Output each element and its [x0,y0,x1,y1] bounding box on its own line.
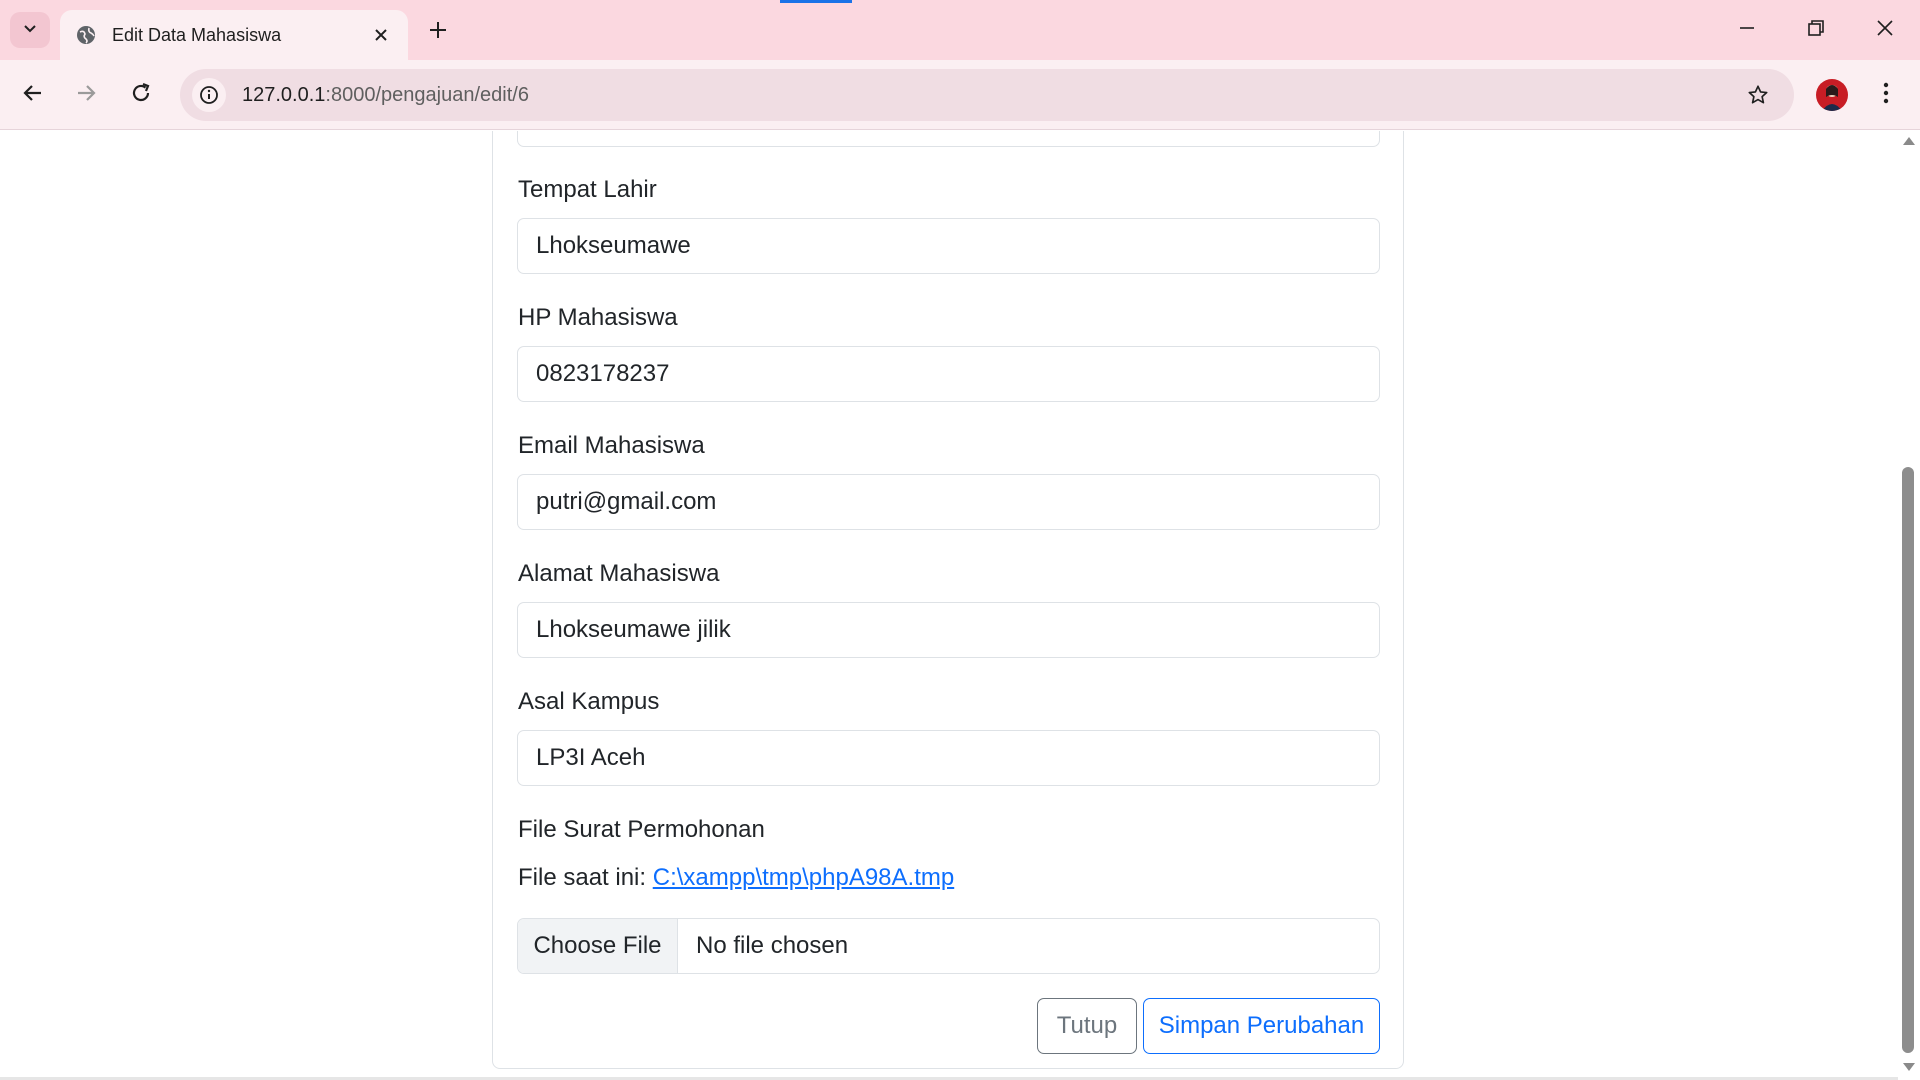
reload-icon [130,82,152,109]
address-bar[interactable]: 127.0.0.1:8000/pengajuan/edit/6 [180,69,1794,121]
alamat-mahasiswa-label: Alamat Mahasiswa [518,560,720,587]
scroll-down-arrow-icon[interactable] [1903,1063,1915,1071]
alamat-mahasiswa-input[interactable]: Lhokseumawe jilik [517,602,1380,658]
url-text[interactable]: 127.0.0.1:8000/pengajuan/edit/6 [242,84,1738,107]
simpan-perubahan-button[interactable]: Simpan Perubahan [1143,998,1380,1054]
hp-mahasiswa-input[interactable]: 0823178237 [517,346,1380,402]
restore-icon [1807,19,1825,42]
email-mahasiswa-label: Email Mahasiswa [518,432,705,459]
back-button[interactable] [13,75,53,115]
tab-title: Edit Data Mahasiswa [112,24,282,45]
window-close-icon [1876,19,1894,42]
file-status-text: No file chosen [696,932,849,959]
globe-icon [74,23,98,47]
kebab-menu-icon [1883,82,1889,109]
profile-avatar[interactable] [1816,79,1848,111]
tab-search-icon [22,20,38,41]
current-file-info: File saat ini: C:\xampp\tmp\phpA98A.tmp [518,864,954,892]
hp-mahasiswa-label: HP Mahasiswa [518,304,678,331]
file-surat-label: File Surat Permohonan [518,816,765,843]
tab-search-button[interactable] [10,12,50,48]
minimize-icon [1738,19,1756,42]
previous-input[interactable] [517,131,1380,147]
url-path: :8000/pengajuan/edit/6 [325,83,529,106]
info-icon[interactable] [192,78,226,112]
page-scrollbar[interactable] [1898,131,1920,1080]
current-file-prefix: File saat ini: [518,864,647,891]
window-close-button[interactable] [1862,10,1908,50]
current-file-link[interactable]: C:\xampp\tmp\phpA98A.tmp [653,864,954,891]
tab-strip: Edit Data Mahasiswa [0,0,1920,60]
browser-menu-button[interactable] [1866,75,1906,115]
loading-indicator [780,0,852,3]
forward-arrow-icon [75,82,97,109]
scroll-up-arrow-icon[interactable] [1903,137,1915,145]
tempat-lahir-input[interactable]: Lhokseumawe [517,218,1380,274]
minimize-button[interactable] [1724,10,1770,50]
plus-icon [428,20,448,45]
restore-button[interactable] [1793,10,1839,50]
tempat-lahir-label: Tempat Lahir [518,176,657,203]
close-icon[interactable] [368,22,394,48]
choose-file-button[interactable]: Choose File [518,919,678,973]
browser-toolbar: 127.0.0.1:8000/pengajuan/edit/6 [0,60,1920,130]
active-tab[interactable]: Edit Data Mahasiswa [60,10,408,60]
reload-button[interactable] [121,75,161,115]
back-arrow-icon [22,82,44,109]
asal-kampus-input[interactable]: LP3I Aceh [517,730,1380,786]
asal-kampus-label: Asal Kampus [518,688,660,715]
new-tab-button[interactable] [422,16,454,48]
star-icon[interactable] [1738,75,1778,115]
page-viewport: Tempat Lahir Lhokseumawe HP Mahasiswa 08… [0,131,1920,1080]
file-upload-input[interactable]: Choose File No file chosen [517,918,1380,974]
forward-button[interactable] [66,75,106,115]
email-mahasiswa-input[interactable]: putri@gmail.com [517,474,1380,530]
url-host: 127.0.0.1 [242,83,326,106]
tutup-button[interactable]: Tutup [1037,998,1137,1054]
scrollbar-thumb[interactable] [1902,467,1914,1053]
